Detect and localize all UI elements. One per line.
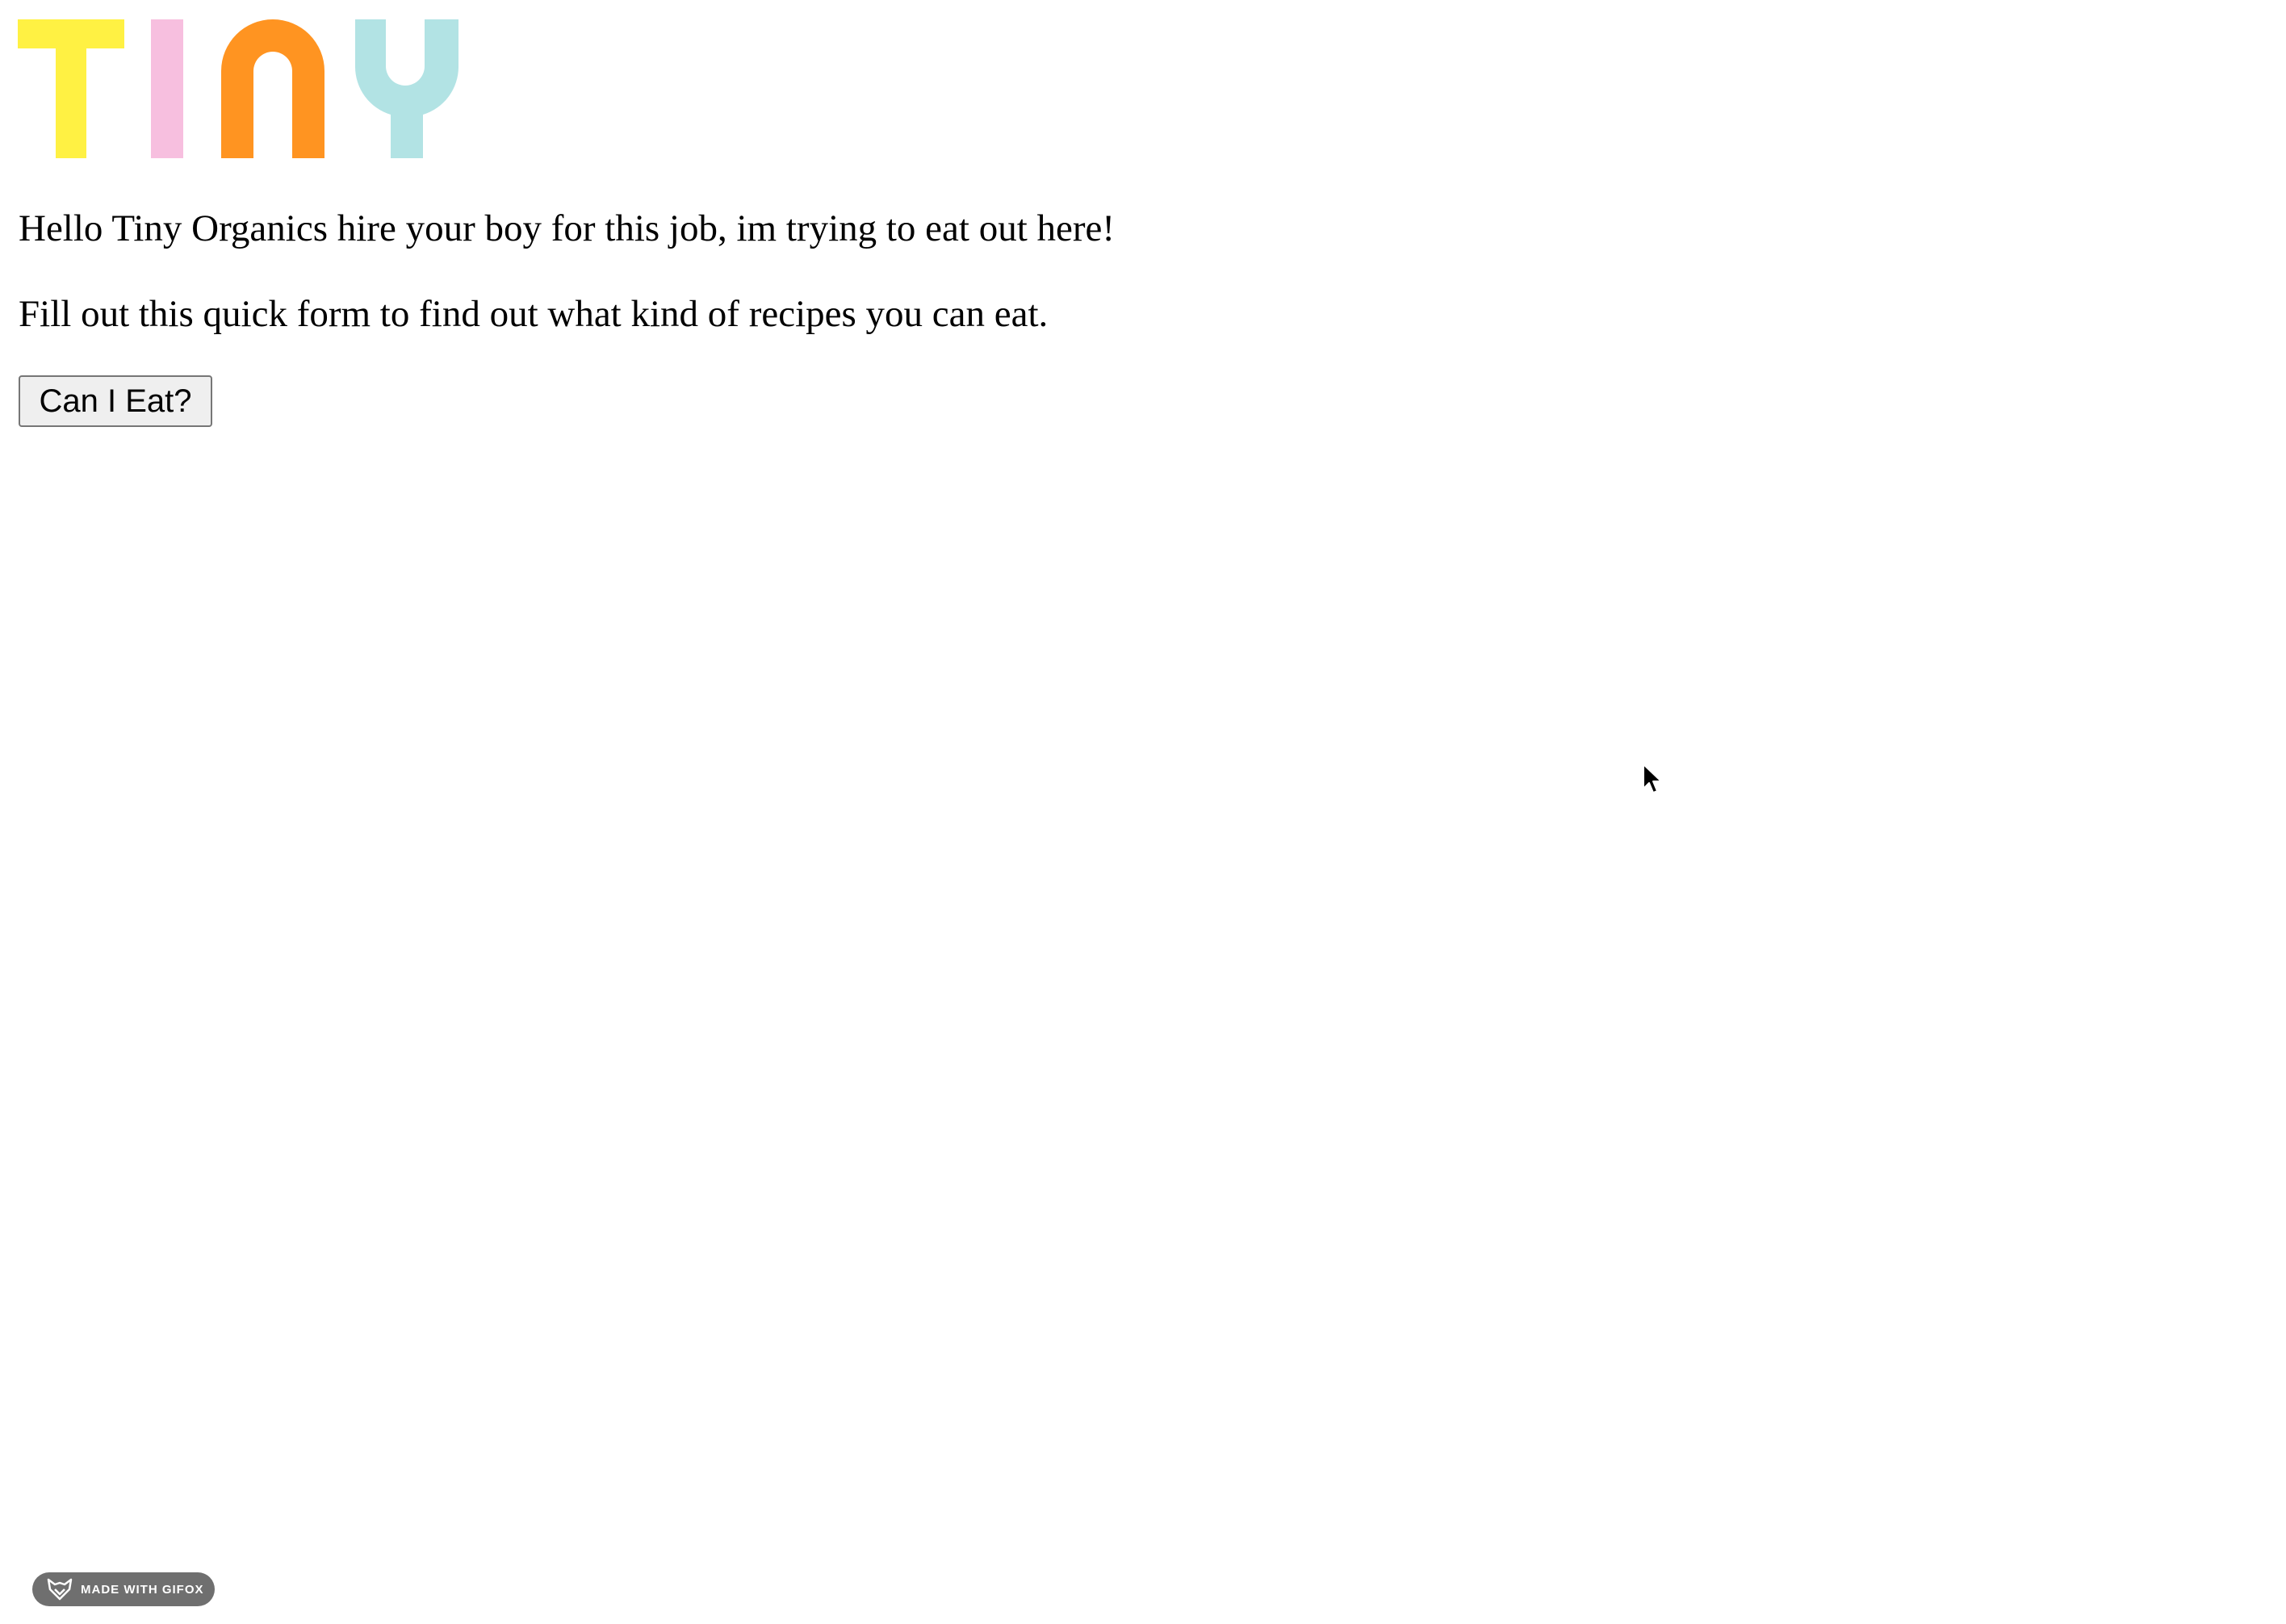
logo-letter-n	[221, 19, 324, 158]
fox-icon	[47, 1578, 73, 1601]
logo-letter-i	[151, 19, 183, 158]
gifox-watermark-text: MADE WITH GIFOX	[81, 1582, 204, 1597]
greeting-text: Hello Tiny Organics hire your boy for th…	[19, 207, 1116, 249]
can-i-eat-button[interactable]: Can I Eat?	[19, 375, 212, 427]
instruction-text: Fill out this quick form to find out wha…	[19, 293, 1049, 335]
gifox-watermark: MADE WITH GIFOX	[32, 1572, 215, 1606]
mouse-cursor-icon	[1642, 763, 1663, 795]
tiny-logo	[18, 16, 458, 158]
logo-letter-t	[18, 19, 124, 158]
logo-letter-y	[354, 19, 458, 158]
